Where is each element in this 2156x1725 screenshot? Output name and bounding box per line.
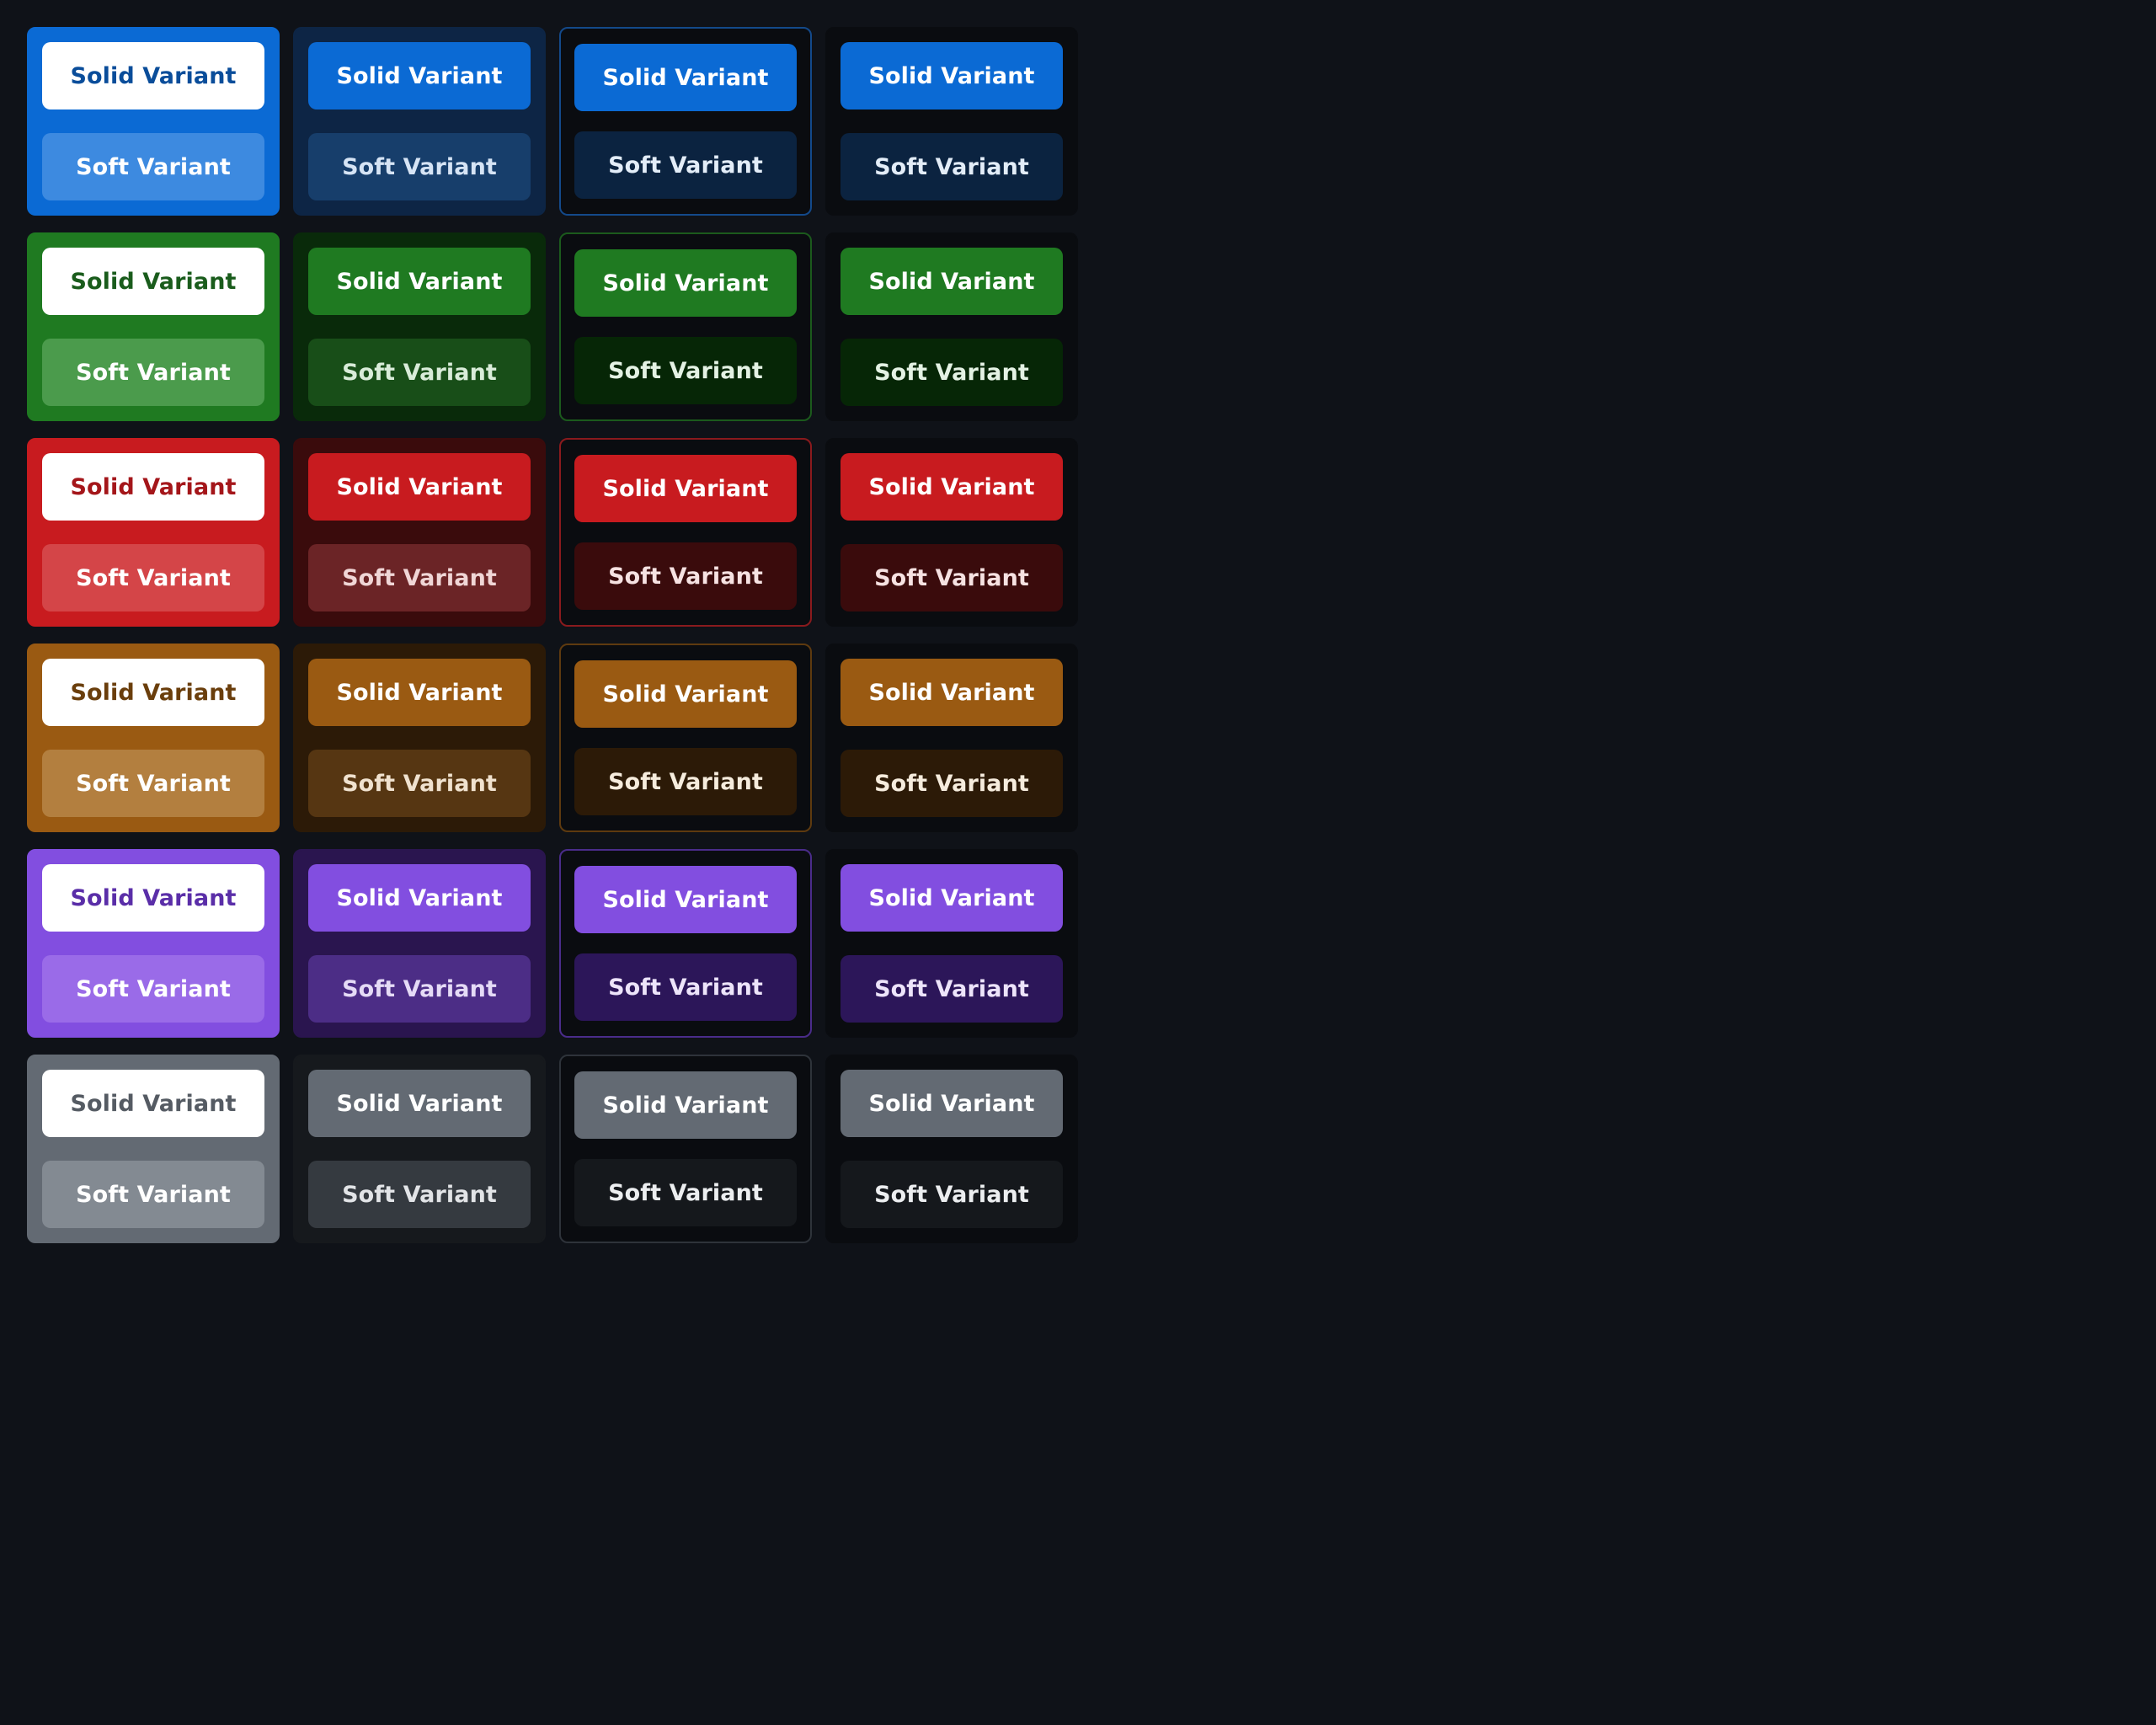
soft-variant-button[interactable]: Soft Variant: [574, 337, 797, 404]
soft-variant-button[interactable]: Soft Variant: [841, 750, 1063, 817]
soft-variant-button[interactable]: Soft Variant: [42, 339, 264, 406]
soft-variant-button[interactable]: Soft Variant: [841, 955, 1063, 1023]
solid-variant-button[interactable]: Solid Variant: [308, 659, 531, 726]
solid-variant-button[interactable]: Solid Variant: [841, 453, 1063, 521]
variant-card-blue-plain: Solid Variant Soft Variant: [825, 27, 1078, 216]
solid-variant-button[interactable]: Solid Variant: [42, 659, 264, 726]
solid-variant-button[interactable]: Solid Variant: [308, 864, 531, 932]
soft-variant-button[interactable]: Soft Variant: [42, 544, 264, 611]
variant-card-orange-filled: Solid Variant Soft Variant: [27, 644, 280, 832]
variant-card-green-filled: Solid Variant Soft Variant: [27, 232, 280, 421]
soft-variant-button[interactable]: Soft Variant: [42, 1161, 264, 1228]
variant-card-blue-outlined: Solid Variant Soft Variant: [559, 27, 812, 216]
solid-variant-button[interactable]: Solid Variant: [308, 248, 531, 315]
variant-card-red-plain: Solid Variant Soft Variant: [825, 438, 1078, 627]
solid-variant-button[interactable]: Solid Variant: [574, 249, 797, 317]
solid-variant-button[interactable]: Solid Variant: [42, 453, 264, 521]
solid-variant-button[interactable]: Solid Variant: [841, 248, 1063, 315]
variant-card-purple-outlined: Solid Variant Soft Variant: [559, 849, 812, 1038]
variant-card-gray-plain: Solid Variant Soft Variant: [825, 1055, 1078, 1243]
solid-variant-button[interactable]: Solid Variant: [308, 1070, 531, 1137]
soft-variant-button[interactable]: Soft Variant: [308, 955, 531, 1023]
variant-card-orange-outlined: Solid Variant Soft Variant: [559, 644, 812, 832]
soft-variant-button[interactable]: Soft Variant: [841, 544, 1063, 611]
variant-card-purple-filled: Solid Variant Soft Variant: [27, 849, 280, 1038]
solid-variant-button[interactable]: Solid Variant: [574, 455, 797, 522]
solid-variant-button[interactable]: Solid Variant: [308, 453, 531, 521]
variant-card-blue-tinted: Solid Variant Soft Variant: [293, 27, 546, 216]
variant-card-orange-plain: Solid Variant Soft Variant: [825, 644, 1078, 832]
soft-variant-button[interactable]: Soft Variant: [841, 1161, 1063, 1228]
variant-card-orange-tinted: Solid Variant Soft Variant: [293, 644, 546, 832]
variant-card-gray-outlined: Solid Variant Soft Variant: [559, 1055, 812, 1243]
soft-variant-button[interactable]: Soft Variant: [574, 542, 797, 610]
variant-card-red-filled: Solid Variant Soft Variant: [27, 438, 280, 627]
variant-card-gray-filled: Solid Variant Soft Variant: [27, 1055, 280, 1243]
soft-variant-button[interactable]: Soft Variant: [841, 339, 1063, 406]
solid-variant-button[interactable]: Solid Variant: [308, 42, 531, 109]
soft-variant-button[interactable]: Soft Variant: [308, 339, 531, 406]
soft-variant-button[interactable]: Soft Variant: [42, 955, 264, 1023]
solid-variant-button[interactable]: Solid Variant: [574, 866, 797, 933]
variant-grid: Solid Variant Soft Variant Solid Variant So…: [27, 27, 1078, 1243]
variant-card-gray-tinted: Solid Variant Soft Variant: [293, 1055, 546, 1243]
variant-card-green-tinted: Solid Variant Soft Variant: [293, 232, 546, 421]
solid-variant-button[interactable]: Solid Variant: [841, 659, 1063, 726]
variant-card-purple-plain: Solid Variant Soft Variant: [825, 849, 1078, 1038]
solid-variant-button[interactable]: Solid Variant: [841, 42, 1063, 109]
variant-card-green-plain: Solid Variant Soft Variant: [825, 232, 1078, 421]
solid-variant-button[interactable]: Solid Variant: [42, 248, 264, 315]
solid-variant-button[interactable]: Solid Variant: [574, 44, 797, 111]
solid-variant-button[interactable]: Solid Variant: [42, 42, 264, 109]
soft-variant-button[interactable]: Soft Variant: [574, 1159, 797, 1226]
soft-variant-button[interactable]: Soft Variant: [308, 133, 531, 200]
soft-variant-button[interactable]: Soft Variant: [308, 1161, 531, 1228]
variant-card-green-outlined: Solid Variant Soft Variant: [559, 232, 812, 421]
soft-variant-button[interactable]: Soft Variant: [574, 131, 797, 199]
solid-variant-button[interactable]: Solid Variant: [574, 660, 797, 728]
variant-card-purple-tinted: Solid Variant Soft Variant: [293, 849, 546, 1038]
solid-variant-button[interactable]: Solid Variant: [841, 864, 1063, 932]
variant-card-red-outlined: Solid Variant Soft Variant: [559, 438, 812, 627]
soft-variant-button[interactable]: Soft Variant: [308, 750, 531, 817]
soft-variant-button[interactable]: Soft Variant: [841, 133, 1063, 200]
soft-variant-button[interactable]: Soft Variant: [574, 953, 797, 1021]
solid-variant-button[interactable]: Solid Variant: [42, 1070, 264, 1137]
solid-variant-button[interactable]: Solid Variant: [574, 1071, 797, 1139]
soft-variant-button[interactable]: Soft Variant: [42, 133, 264, 200]
solid-variant-button[interactable]: Solid Variant: [42, 864, 264, 932]
soft-variant-button[interactable]: Soft Variant: [308, 544, 531, 611]
soft-variant-button[interactable]: Soft Variant: [574, 748, 797, 815]
soft-variant-button[interactable]: Soft Variant: [42, 750, 264, 817]
variant-card-blue-filled: Solid Variant Soft Variant: [27, 27, 280, 216]
variant-card-red-tinted: Solid Variant Soft Variant: [293, 438, 546, 627]
solid-variant-button[interactable]: Solid Variant: [841, 1070, 1063, 1137]
